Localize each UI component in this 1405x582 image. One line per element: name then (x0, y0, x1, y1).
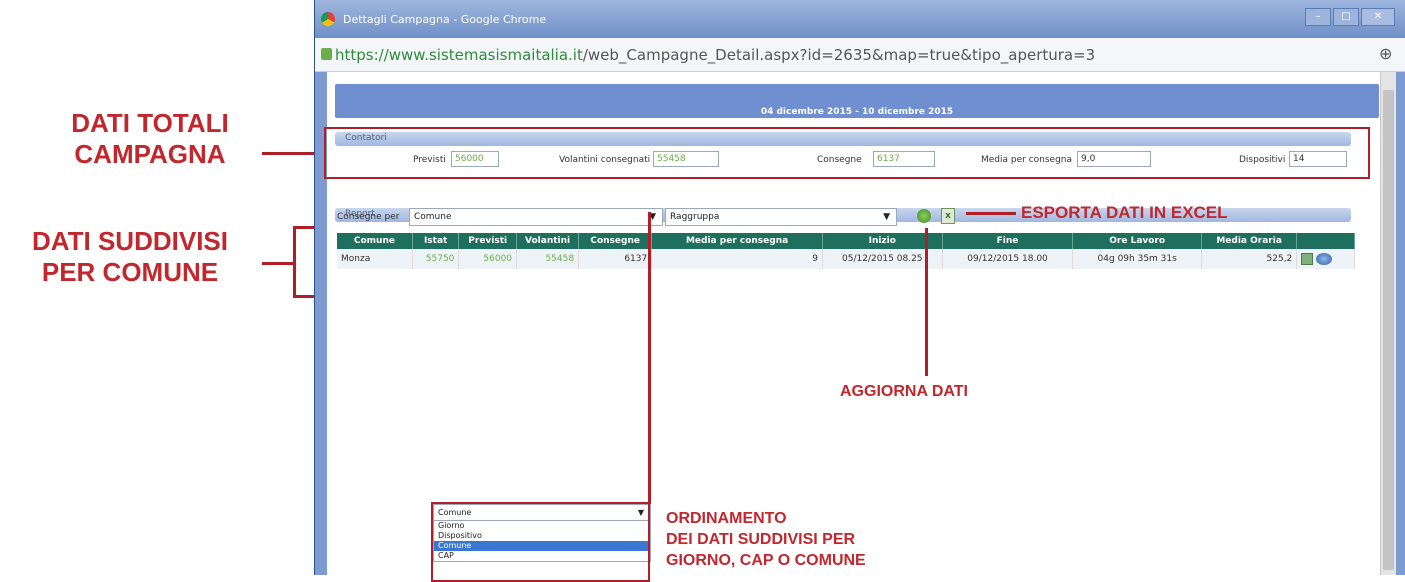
period-text: 04 dicembre 2015 - 10 dicembre 2015 (760, 107, 954, 117)
window-title: Dettagli Campagna - Google Chrome (343, 13, 547, 26)
annotation-line: GIORNO, CAP O COMUNE (666, 552, 866, 569)
annotation-ordinamento: ORDINAMENTO DEI DATI SUDDIVISI PER GIORN… (666, 508, 866, 571)
excel-export-icon[interactable]: x (941, 208, 955, 224)
scrollbar[interactable] (1380, 72, 1396, 575)
col-header[interactable]: Istat (412, 233, 460, 249)
col-header[interactable]: Ore Lavoro (1072, 233, 1202, 249)
cell-comune: Monza (337, 249, 413, 269)
annotation-dati-suddivisi: DATI SUDDIVISI PER COMUNE (0, 226, 260, 288)
annotation-line: PER COMUNE (41, 257, 219, 288)
maximize-button[interactable]: □ (1333, 8, 1359, 26)
cell-actions (1296, 249, 1355, 269)
highlight-dropdown-box (431, 502, 650, 582)
annotation-dati-totali: DATI TOTALI CAMPAGNA (30, 108, 270, 170)
connector-line (262, 262, 294, 265)
title-bar: Dettagli Campagna - Google Chrome – □ ✕ (315, 0, 1405, 38)
cell-consegne: 6137 (578, 249, 653, 269)
table-header-row: Comune Istat Previsti Volantini Consegne… (337, 233, 1355, 249)
chart-icon[interactable] (1301, 253, 1314, 265)
annotation-line: DATI SUDDIVISI (32, 226, 228, 256)
address-bar[interactable]: https://www.sistemasismaitalia.it/web_Ca… (315, 38, 1405, 72)
zoom-icon[interactable]: ⊕ (1379, 44, 1392, 63)
col-header-actions (1296, 233, 1355, 249)
col-header[interactable]: Consegne (578, 233, 653, 249)
connector-line (648, 212, 651, 504)
cell-media-oraria: 525,2 (1201, 249, 1298, 269)
cell-previsti: 56000 (458, 249, 518, 269)
cell-istat: 55750 (412, 249, 460, 269)
annotation-line: DEI DATI SUDDIVISI PER (666, 531, 856, 548)
chevron-down-icon: ▼ (883, 212, 890, 222)
highlight-contatori-box (324, 127, 1370, 179)
annotation-line: ORDINAMENTO (666, 510, 787, 527)
consegne-per-select[interactable]: Comune ▼ (409, 208, 663, 226)
lock-icon (321, 48, 332, 60)
cell-media: 9 (651, 249, 823, 269)
report-table: Comune Istat Previsti Volantini Consegne… (337, 233, 1355, 269)
cell-ore-lavoro: 04g 09h 35m 31s (1072, 249, 1202, 269)
col-header[interactable]: Comune (337, 233, 413, 249)
period-banner: 04 dicembre 2015 - 10 dicembre 2015 (335, 84, 1379, 118)
refresh-icon[interactable] (917, 209, 931, 223)
url-path: /web_Campagne_Detail.aspx?id=2635&map=tr… (582, 46, 1096, 64)
table-row[interactable]: Monza 55750 56000 55458 6137 9 05/12/201… (337, 249, 1355, 269)
annotation-line: CAMPAGNA (74, 139, 226, 170)
consegne-per-label: Consegne per (337, 212, 400, 222)
annotation-aggiorna: AGGIORNA DATI (840, 383, 968, 400)
cell-volantini: 55458 (516, 249, 580, 269)
select-value: Comune (414, 212, 452, 222)
col-header[interactable]: Media Oraria (1201, 233, 1298, 249)
close-button[interactable]: ✕ (1361, 8, 1395, 26)
map-icon[interactable] (1316, 253, 1333, 265)
browser-window: Dettagli Campagna - Google Chrome – □ ✕ … (314, 0, 1405, 575)
raggruppa-select[interactable]: Raggruppa ▼ (665, 208, 897, 226)
bracket-vertical (293, 226, 296, 298)
annotation-esporta: ESPORTA DATI IN EXCEL (1021, 203, 1228, 222)
cell-fine: 09/12/2015 18.00 (942, 249, 1074, 269)
col-header[interactable]: Media per consegna (651, 233, 823, 249)
connector-line (966, 212, 1016, 215)
url-domain: https://www.sistemasismaitalia.it (335, 46, 583, 64)
url-text: https://www.sistemasismaitalia.it/web_Ca… (335, 46, 1095, 64)
annotation-line: DATI TOTALI (71, 108, 229, 138)
scroll-thumb[interactable] (1383, 90, 1394, 570)
col-header[interactable]: Previsti (458, 233, 518, 249)
connector-line (925, 228, 928, 376)
minimize-button[interactable]: – (1305, 8, 1331, 26)
col-header[interactable]: Volantini (516, 233, 580, 249)
select-value: Raggruppa (670, 212, 720, 222)
chrome-icon (321, 12, 335, 26)
col-header[interactable]: Fine (942, 233, 1074, 249)
